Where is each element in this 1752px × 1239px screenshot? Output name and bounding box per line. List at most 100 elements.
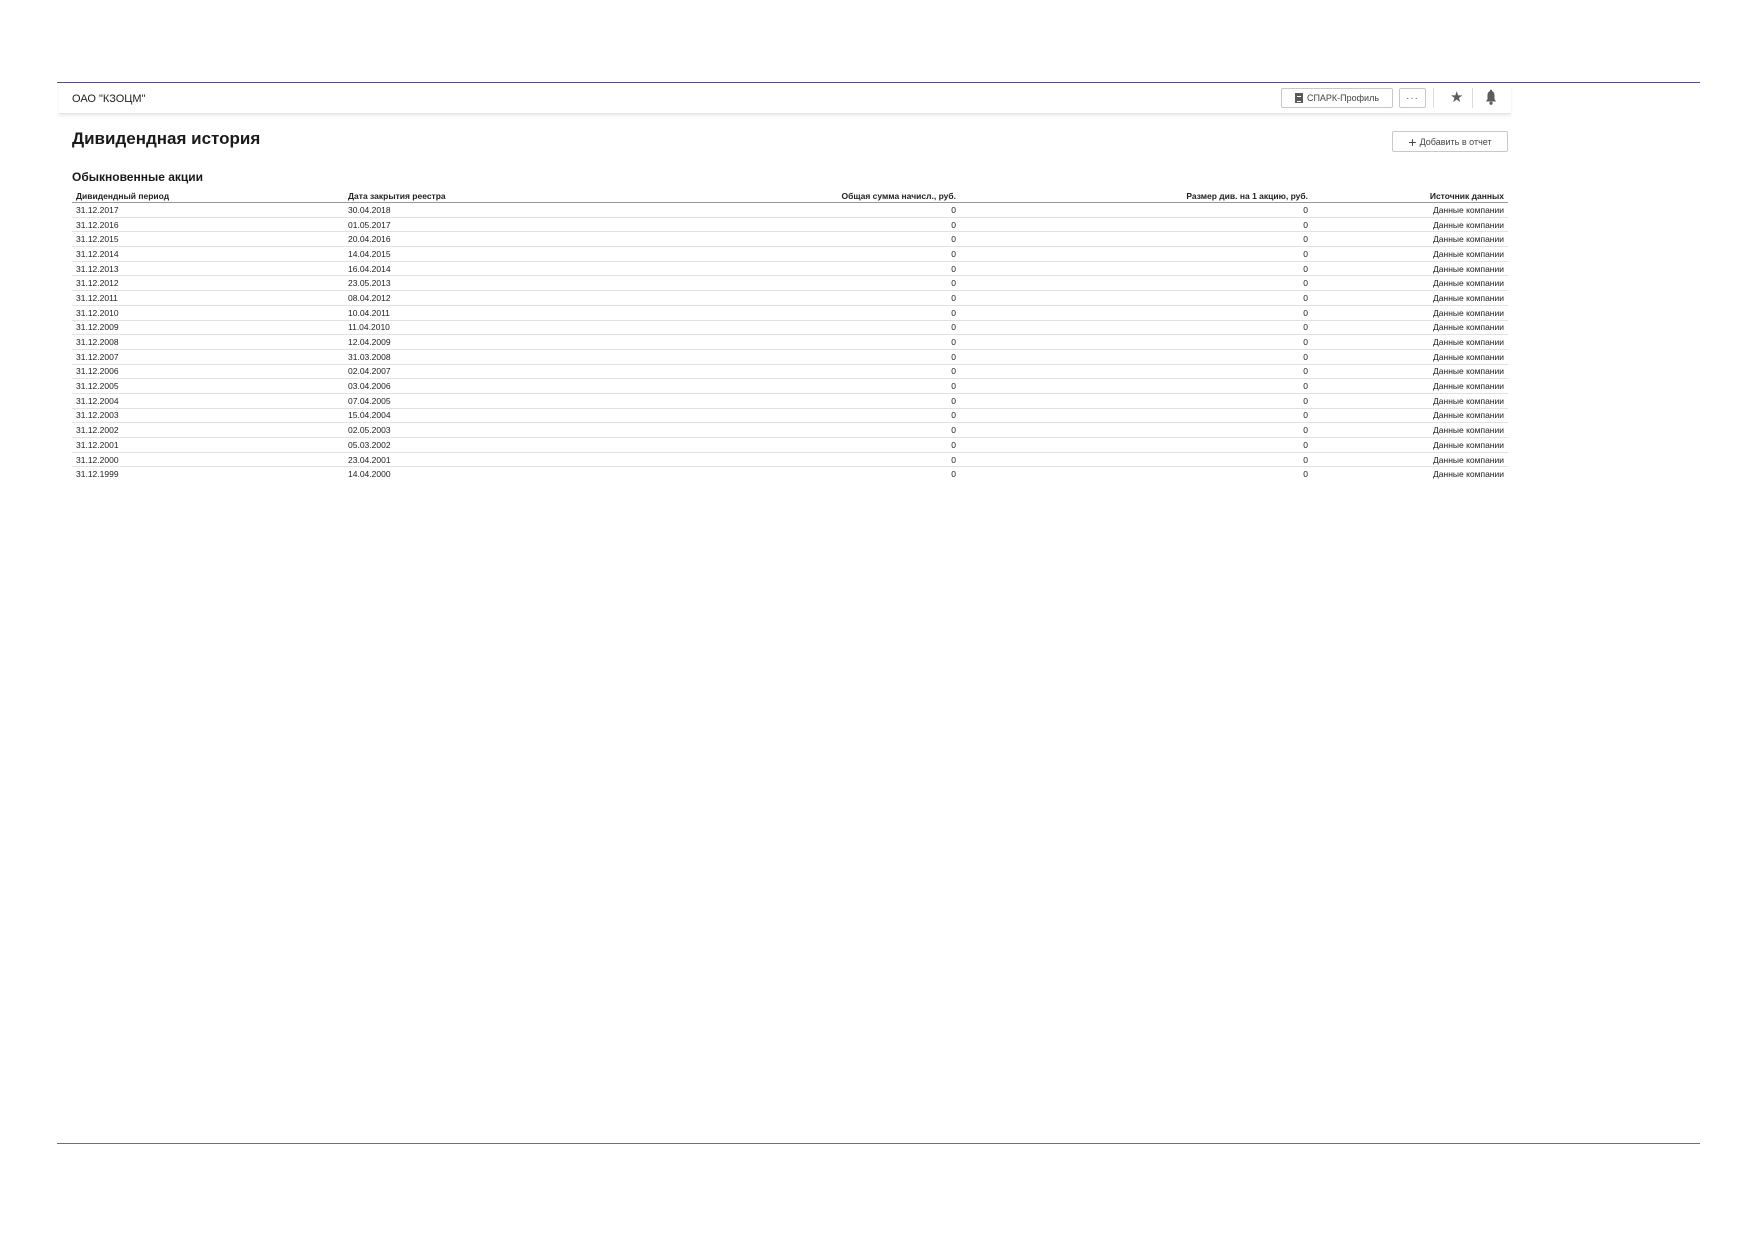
- table-row: 31.12.2012 23.05.2013 0 0 Данные компании: [72, 275, 1508, 292]
- cell-source: Данные компании: [1312, 364, 1508, 380]
- cell-total-amount: 0: [652, 364, 960, 380]
- cell-source: Данные компании: [1312, 378, 1508, 394]
- table-row: 31.12.2002 02.05.2003 0 0 Данные компании: [72, 422, 1508, 438]
- cell-source: Данные компании: [1312, 231, 1508, 248]
- cell-source: Данные компании: [1312, 452, 1508, 468]
- cell-record-date: 11.04.2010: [344, 320, 652, 336]
- table-row: 31.12.2015 20.04.2016 0 0 Данные компании: [72, 231, 1508, 248]
- table-row: 31.12.2008 12.04.2009 0 0 Данные компании: [72, 334, 1508, 350]
- cell-source: Данные компании: [1312, 349, 1508, 365]
- cell-period: 31.12.2007: [72, 349, 344, 365]
- cell-source: Данные компании: [1312, 437, 1508, 453]
- cell-per-share: 0: [960, 437, 1312, 453]
- cell-record-date: 02.05.2003: [344, 422, 652, 438]
- cell-period: 31.12.2008: [72, 334, 344, 350]
- cell-source: Данные компании: [1312, 202, 1508, 218]
- cell-total-amount: 0: [652, 320, 960, 336]
- cell-total-amount: 0: [652, 231, 960, 248]
- cell-source: Данные компании: [1312, 393, 1508, 409]
- table-row: 31.12.2000 23.04.2001 0 0 Данные компании: [72, 452, 1508, 468]
- table-body: 31.12.2017 30.04.2018 0 0 Данные компании 31.…: [72, 202, 1508, 482]
- cell-period: 31.12.2011: [72, 290, 344, 306]
- cell-record-date: 31.03.2008: [344, 349, 652, 365]
- cell-total-amount: 0: [652, 334, 960, 350]
- cell-source: Данные компании: [1312, 217, 1508, 233]
- dividends-table: Дивидендный период Дата закрытия реестра…: [72, 190, 1508, 481]
- table-row: 31.12.2017 30.04.2018 0 0 Данные компании: [72, 202, 1508, 218]
- more-button[interactable]: ···: [1399, 88, 1426, 108]
- cell-per-share: 0: [960, 364, 1312, 380]
- cell-source: Данные компании: [1312, 320, 1508, 336]
- cell-record-date: 02.04.2007: [344, 364, 652, 380]
- subsection-title: Обыкновенные акции: [72, 170, 204, 184]
- add-to-report-button[interactable]: + Добавить в отчет: [1392, 131, 1508, 152]
- cell-record-date: 20.04.2016: [344, 231, 652, 248]
- cell-record-date: 10.04.2011: [344, 305, 652, 321]
- cell-per-share: 0: [960, 334, 1312, 350]
- plus-icon: +: [1408, 133, 1417, 150]
- bottom-divider: [57, 1143, 1700, 1144]
- table-row: 31.12.2013 16.04.2014 0 0 Данные компании: [72, 261, 1508, 277]
- cell-total-amount: 0: [652, 202, 960, 218]
- toolbar-divider: [1433, 88, 1434, 108]
- column-header-total-amount: Общая сумма начисл., руб.: [652, 190, 960, 203]
- cell-per-share: 0: [960, 290, 1312, 306]
- cell-source: Данные компании: [1312, 408, 1508, 424]
- cell-record-date: 16.04.2014: [344, 261, 652, 277]
- cell-period: 31.12.2015: [72, 231, 344, 248]
- cell-record-date: 01.05.2017: [344, 217, 652, 233]
- cell-total-amount: 0: [951, 469, 956, 480]
- table-row: 31.12.2001 05.03.2002 0 0 Данные компании: [72, 437, 1508, 453]
- top-divider: [57, 82, 1700, 83]
- cell-per-share: 0: [960, 378, 1312, 394]
- star-icon[interactable]: ★: [1450, 89, 1463, 107]
- more-icon: ···: [1406, 92, 1419, 104]
- cell-record-date: 08.04.2012: [344, 290, 652, 306]
- cell-total-amount: 0: [652, 261, 960, 277]
- cell-per-share: 0: [960, 275, 1312, 292]
- company-header: ОАО "КЗОЦМ" СПАРК-Профиль ··· ★: [59, 84, 1511, 114]
- cell-period: 31.12.2009: [72, 320, 344, 336]
- spark-profile-button[interactable]: СПАРК-Профиль: [1281, 88, 1393, 108]
- table-row: 31.12.2004 07.04.2005 0 0 Данные компании: [72, 393, 1508, 409]
- cell-source: Данные компании: [1312, 261, 1508, 277]
- table-row: 31.12.2003 15.04.2004 0 0 Данные компании: [72, 408, 1508, 424]
- cell-period: 31.12.2002: [72, 422, 344, 438]
- cell-per-share: 0: [960, 202, 1312, 218]
- cell-total-amount: 0: [652, 393, 960, 409]
- cell-period: 31.12.2001: [72, 437, 344, 453]
- cell-total-amount: 0: [652, 408, 960, 424]
- cell-period: 31.12.2003: [72, 408, 344, 424]
- cell-source: Данные компании: [1312, 275, 1508, 292]
- cell-record-date: 07.04.2005: [344, 393, 652, 409]
- cell-period: 31.12.2010: [72, 305, 344, 321]
- column-header-per-share: Размер див. на 1 акцию, руб.: [960, 190, 1312, 203]
- column-header-source: Источник данных: [1312, 190, 1508, 203]
- cell-record-date: 23.05.2013: [344, 275, 652, 292]
- cell-total-amount: 0: [652, 452, 960, 468]
- cell-per-share: 0: [960, 422, 1312, 438]
- cell-total-amount: 0: [652, 305, 960, 321]
- cell-record-date: 14.04.2000: [348, 469, 391, 480]
- cell-per-share: 0: [960, 408, 1312, 424]
- page: ОАО "КЗОЦМ" СПАРК-Профиль ··· ★ Дивиденд…: [0, 0, 1752, 1239]
- cell-per-share: 0: [960, 305, 1312, 321]
- cell-record-date: 12.04.2009: [344, 334, 652, 350]
- company-name: ОАО "КЗОЦМ": [72, 93, 146, 105]
- column-header-period: Дивидендный период: [72, 190, 344, 203]
- table-row: 31.12.2014 14.04.2015 0 0 Данные компании: [72, 246, 1508, 262]
- cell-record-date: 30.04.2018: [344, 202, 652, 218]
- cell-total-amount: 0: [652, 275, 960, 292]
- table-row: 31.12.2016 01.05.2017 0 0 Данные компании: [72, 217, 1508, 233]
- cell-record-date: 05.03.2002: [344, 437, 652, 453]
- cell-period: 31.12.2006: [72, 364, 344, 380]
- cell-period: 31.12.2013: [72, 261, 344, 277]
- cell-total-amount: 0: [652, 437, 960, 453]
- bell-icon[interactable]: [1484, 89, 1498, 107]
- toolbar-divider: [1472, 88, 1473, 108]
- cell-source: Данные компании: [1433, 469, 1504, 480]
- table-row: 31.12.2007 31.03.2008 0 0 Данные компании: [72, 349, 1508, 365]
- cell-record-date: 23.04.2001: [344, 452, 652, 468]
- cell-total-amount: 0: [652, 349, 960, 365]
- cell-record-date: 14.04.2015: [344, 246, 652, 262]
